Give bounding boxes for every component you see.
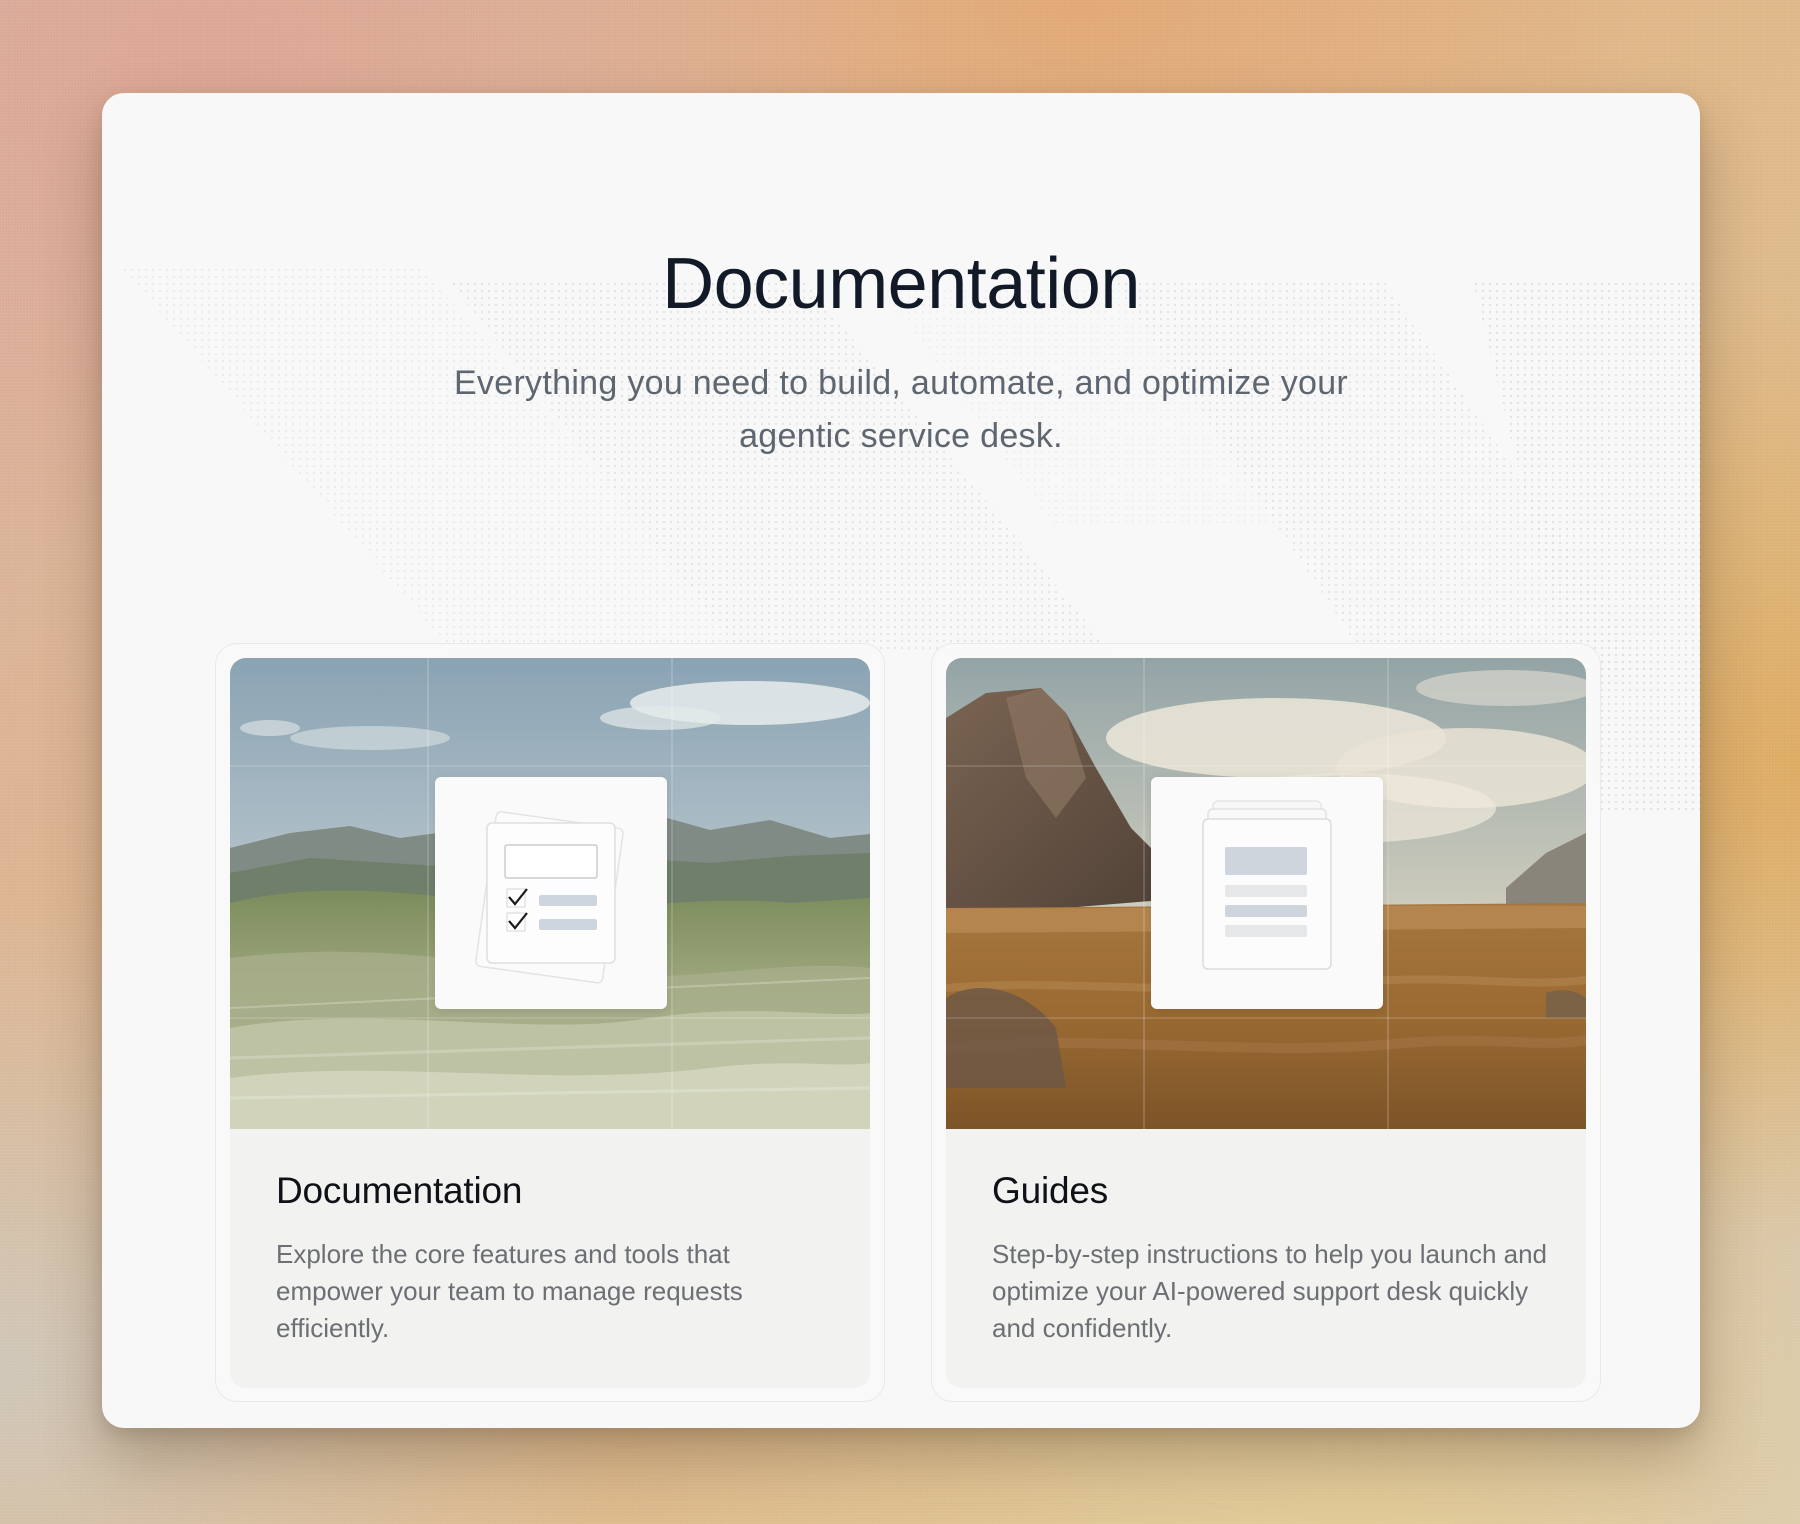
- stacked-pages-icon: [1151, 777, 1383, 1009]
- card-title[interactable]: Guides: [992, 1170, 1552, 1212]
- documentation-card-content[interactable]: Documentation Explore the core features …: [230, 658, 870, 1388]
- documentation-card-body: Documentation Explore the core features …: [276, 1170, 836, 1347]
- page-title: Documentation: [662, 244, 1140, 324]
- card-description: Step-by-step instructions to help you la…: [992, 1239, 1548, 1343]
- card-description: Explore the core features and tools that…: [276, 1239, 743, 1343]
- guides-card[interactable]: Guides Step-by-step instructions to help…: [931, 643, 1601, 1402]
- documentation-card[interactable]: Documentation Explore the core features …: [215, 643, 885, 1402]
- guides-card-content[interactable]: Guides Step-by-step instructions to help…: [946, 658, 1586, 1388]
- checklist-document-icon: [435, 777, 667, 1009]
- documentation-card-image: [230, 658, 870, 1129]
- guides-card-body: Guides Step-by-step instructions to help…: [992, 1170, 1552, 1347]
- card-title[interactable]: Documentation: [276, 1170, 836, 1212]
- documentation-panel: Documentation Everything you need to bui…: [102, 93, 1700, 1428]
- page-subtitle: Everything you need to build, automate, …: [453, 364, 1349, 455]
- guides-card-image: [946, 658, 1586, 1129]
